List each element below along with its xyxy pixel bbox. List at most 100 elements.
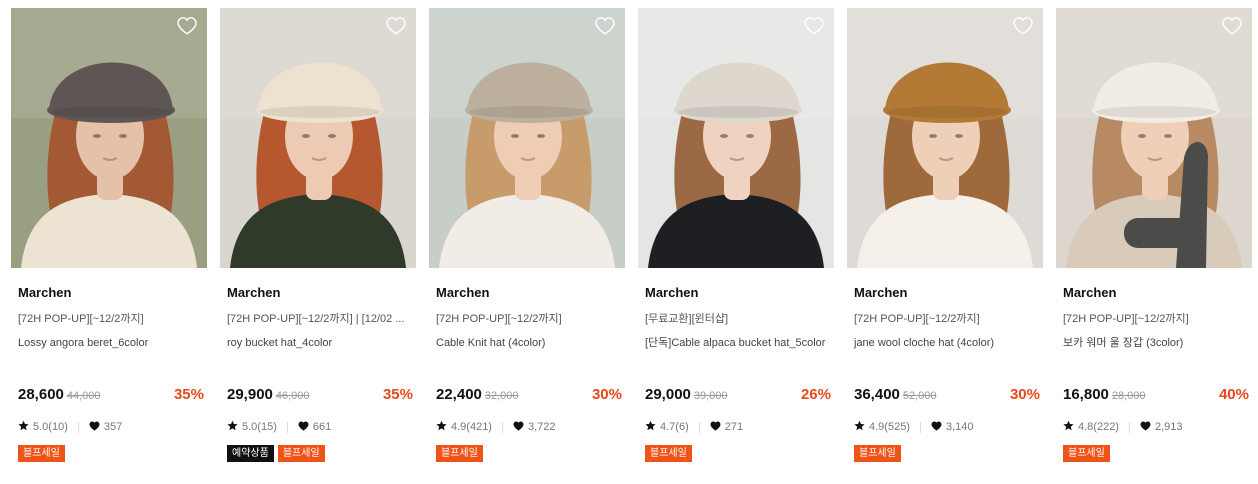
heart-filled-icon <box>931 420 942 434</box>
original-price: 39,000 <box>693 390 728 402</box>
product-image[interactable] <box>429 8 625 268</box>
heart-filled-icon <box>513 420 524 434</box>
product-image[interactable] <box>220 8 416 268</box>
like-count: 661 <box>312 421 332 433</box>
star-icon <box>436 420 447 434</box>
product-grid: Marchen [72H POP-UP][~12/2까지] Lossy ango… <box>0 0 1258 484</box>
product-brand[interactable]: Marchen <box>18 285 71 300</box>
heart-filled-icon <box>710 420 721 434</box>
badge-list: 예약상품 블프세일 <box>227 445 325 462</box>
discount-rate: 40% <box>1218 386 1249 403</box>
product-brand[interactable]: Marchen <box>1063 285 1116 300</box>
product-image[interactable] <box>11 8 207 268</box>
heart-filled-icon <box>89 420 100 434</box>
like-count: 3,140 <box>945 421 974 433</box>
product-label: [72H POP-UP][~12/2까지] <box>18 313 144 325</box>
product-brand[interactable]: Marchen <box>436 285 489 300</box>
badge-list: 블프세일 <box>18 445 65 462</box>
badge-list: 블프세일 <box>854 445 901 462</box>
product-name[interactable]: jane wool cloche hat (4color) <box>854 335 1038 351</box>
product-card[interactable]: Marchen [72H POP-UP][~12/2까지] Cable Knit… <box>429 8 625 462</box>
like-count: 357 <box>103 421 123 433</box>
rating-text: 5.0(15) <box>242 421 277 433</box>
product-card[interactable]: Marchen [72H POP-UP][~12/2까지] 보카 워머 울 장갑… <box>1056 8 1252 462</box>
stats-divider <box>1128 421 1130 433</box>
original-price: 46,000 <box>275 390 310 402</box>
product-image[interactable] <box>847 8 1043 268</box>
product-label: [72H POP-UP][~12/2까지] | [12/02 ... <box>227 313 405 325</box>
product-stats: 4.9(421) 3,722 <box>436 420 556 434</box>
product-brand[interactable]: Marchen <box>645 285 698 300</box>
product-brand[interactable]: Marchen <box>854 285 907 300</box>
promo-badge: 블프세일 <box>18 445 65 462</box>
promo-badge: 블프세일 <box>645 445 692 462</box>
product-name[interactable]: 보카 워머 울 장갑 (3color) <box>1063 335 1247 351</box>
discount-rate: 35% <box>173 386 204 403</box>
wishlist-heart-icon[interactable] <box>1222 17 1242 35</box>
star-icon <box>854 420 865 434</box>
sale-price: 28,600 <box>18 386 64 403</box>
product-name[interactable]: Cable Knit hat (4color) <box>436 335 620 351</box>
star-icon <box>645 420 656 434</box>
wishlist-heart-icon[interactable] <box>804 17 824 35</box>
promo-badge: 예약상품 <box>227 445 274 462</box>
stats-divider <box>919 421 921 433</box>
model-photo <box>847 8 1043 268</box>
like-count: 271 <box>724 421 744 433</box>
product-price-block: 16,800 28,000 <box>1063 386 1146 403</box>
badge-list: 블프세일 <box>645 445 692 462</box>
product-name[interactable]: Lossy angora beret_6color <box>18 335 202 351</box>
original-price: 52,000 <box>902 390 937 402</box>
product-label: [72H POP-UP][~12/2까지] <box>854 313 980 325</box>
model-photo <box>220 8 416 268</box>
product-name[interactable]: [단독]Cable alpaca bucket hat_5color <box>645 335 829 351</box>
wishlist-heart-icon[interactable] <box>595 17 615 35</box>
star-icon <box>227 420 238 434</box>
sale-price: 36,400 <box>854 386 900 403</box>
model-photo <box>1056 8 1252 268</box>
wishlist-heart-icon[interactable] <box>177 17 197 35</box>
product-label: [무료교환][윈터샵] <box>645 313 729 325</box>
model-photo <box>638 8 834 268</box>
product-image[interactable] <box>638 8 834 268</box>
stats-divider <box>77 421 79 433</box>
heart-filled-icon <box>298 420 309 434</box>
original-price: 44,000 <box>66 390 101 402</box>
discount-rate: 30% <box>1009 386 1040 403</box>
product-price-block: 28,600 44,000 <box>18 386 101 403</box>
product-price-block: 36,400 52,000 <box>854 386 937 403</box>
stats-divider <box>698 421 700 433</box>
promo-badge: 블프세일 <box>854 445 901 462</box>
sale-price: 16,800 <box>1063 386 1109 403</box>
product-card[interactable]: Marchen [72H POP-UP][~12/2까지] Lossy ango… <box>11 8 207 462</box>
sale-price: 29,000 <box>645 386 691 403</box>
promo-badge: 블프세일 <box>277 445 325 462</box>
product-stats: 4.9(525) 3,140 <box>854 420 974 434</box>
rating-text: 4.7(6) <box>660 421 689 433</box>
like-count: 2,913 <box>1154 421 1183 433</box>
stats-divider <box>501 421 503 433</box>
product-price-block: 29,900 46,000 <box>227 386 310 403</box>
heart-filled-icon <box>1140 420 1151 434</box>
product-stats: 5.0(10) 357 <box>18 420 122 434</box>
wishlist-heart-icon[interactable] <box>1013 17 1033 35</box>
star-icon <box>18 420 29 434</box>
original-price: 28,000 <box>1111 390 1146 402</box>
like-count: 3,722 <box>527 421 556 433</box>
product-image[interactable] <box>1056 8 1252 268</box>
product-name[interactable]: roy bucket hat_4color <box>227 335 411 351</box>
product-brand[interactable]: Marchen <box>227 285 280 300</box>
product-card[interactable]: Marchen [72H POP-UP][~12/2까지] jane wool … <box>847 8 1043 462</box>
wishlist-heart-icon[interactable] <box>386 17 406 35</box>
promo-badge: 블프세일 <box>436 445 483 462</box>
discount-rate: 35% <box>382 386 413 403</box>
rating-text: 4.8(222) <box>1078 421 1119 433</box>
product-card[interactable]: Marchen [무료교환][윈터샵] [단독]Cable alpaca buc… <box>638 8 834 462</box>
product-card[interactable]: Marchen [72H POP-UP][~12/2까지] | [12/02 .… <box>220 8 416 462</box>
product-stats: 5.0(15) 661 <box>227 420 331 434</box>
discount-rate: 26% <box>800 386 831 403</box>
badge-list: 블프세일 <box>436 445 483 462</box>
model-photo <box>11 8 207 268</box>
product-price-block: 29,000 39,000 <box>645 386 728 403</box>
discount-rate: 30% <box>591 386 622 403</box>
